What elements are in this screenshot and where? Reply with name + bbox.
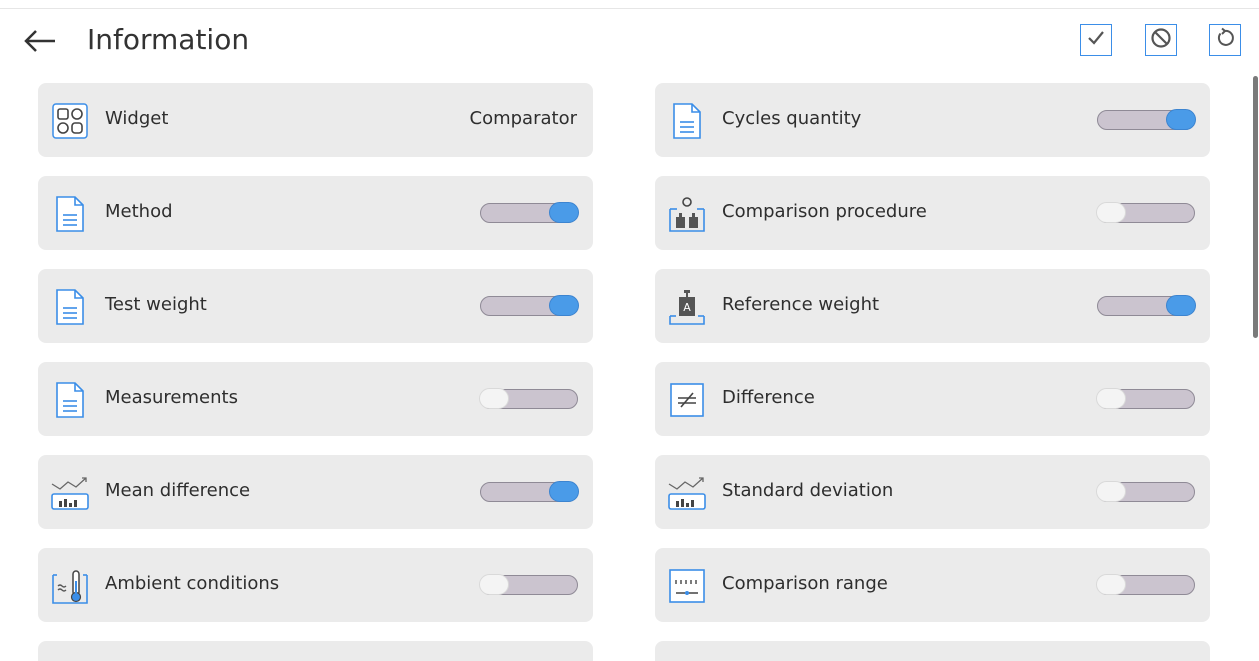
- next-row-partial[interactable]: [655, 641, 1210, 661]
- page-title: Information: [87, 23, 250, 56]
- item-label: Widget: [105, 108, 169, 129]
- chart-icon: [667, 473, 707, 513]
- ambient-conditions-row[interactable]: Ambient conditions: [38, 548, 593, 622]
- widget-row[interactable]: Widget Comparator: [38, 83, 593, 157]
- reference-weight-icon: A: [667, 287, 707, 327]
- comparison-procedure-toggle[interactable]: [1096, 202, 1195, 223]
- difference-icon: [667, 380, 707, 420]
- item-label: Standard deviation: [722, 480, 894, 501]
- method-toggle[interactable]: [480, 202, 579, 223]
- difference-row[interactable]: Difference: [655, 362, 1210, 436]
- scale-range-icon: [667, 566, 707, 606]
- scrollbar[interactable]: [1253, 76, 1258, 338]
- item-label: Comparison procedure: [722, 201, 927, 222]
- thermometer-icon: [50, 566, 90, 606]
- toggle-knob: [479, 574, 509, 595]
- cancel-icon: [1150, 27, 1172, 53]
- standard-deviation-row[interactable]: Standard deviation: [655, 455, 1210, 529]
- svg-text:A: A: [683, 301, 691, 314]
- document-icon: [50, 380, 90, 420]
- item-label: Cycles quantity: [722, 108, 862, 129]
- toggle-knob: [549, 202, 579, 223]
- back-arrow-icon[interactable]: [22, 27, 58, 55]
- document-icon: [50, 287, 90, 327]
- toggle-knob: [549, 481, 579, 502]
- toggle-knob: [479, 388, 509, 409]
- mean-difference-toggle[interactable]: [480, 481, 579, 502]
- comparison-procedure-row[interactable]: Comparison procedure: [655, 176, 1210, 250]
- weights-cycle-icon: [667, 194, 707, 234]
- comparison-range-row[interactable]: Comparison range: [655, 548, 1210, 622]
- top-divider: [0, 8, 1259, 9]
- toggle-knob: [549, 295, 579, 316]
- item-label: Comparison range: [722, 573, 888, 594]
- measurements-toggle[interactable]: [479, 388, 578, 409]
- reference-weight-toggle[interactable]: [1097, 295, 1196, 316]
- document-icon: [667, 101, 707, 141]
- cycles-quantity-row[interactable]: Cycles quantity: [655, 83, 1210, 157]
- toggle-knob: [1096, 574, 1126, 595]
- item-label: Method: [105, 201, 173, 222]
- comparison-range-toggle[interactable]: [1096, 574, 1195, 595]
- item-value: Comparator: [469, 108, 577, 129]
- test-weight-row[interactable]: Test weight: [38, 269, 593, 343]
- cycles-quantity-toggle[interactable]: [1097, 109, 1196, 130]
- reset-button[interactable]: [1209, 24, 1241, 56]
- widget-icon: [50, 101, 90, 141]
- toggle-knob: [1096, 202, 1126, 223]
- item-label: Reference weight: [722, 294, 880, 315]
- mean-difference-row[interactable]: Mean difference: [38, 455, 593, 529]
- toggle-knob: [1096, 388, 1126, 409]
- header: Information: [0, 14, 1259, 70]
- test-weight-toggle[interactable]: [480, 295, 579, 316]
- item-label: Ambient conditions: [105, 573, 280, 594]
- next-row-partial[interactable]: [38, 641, 593, 661]
- confirm-button[interactable]: [1080, 24, 1112, 56]
- toggle-knob: [1166, 109, 1196, 130]
- difference-toggle[interactable]: [1096, 388, 1195, 409]
- cancel-button[interactable]: [1145, 24, 1177, 56]
- document-icon: [50, 194, 90, 234]
- chart-icon: [50, 473, 90, 513]
- item-label: Test weight: [105, 294, 207, 315]
- method-row[interactable]: Method: [38, 176, 593, 250]
- item-label: Difference: [722, 387, 815, 408]
- item-label: Measurements: [105, 387, 238, 408]
- standard-deviation-toggle[interactable]: [1096, 481, 1195, 502]
- toggle-knob: [1166, 295, 1196, 316]
- reset-icon: [1214, 27, 1236, 53]
- checkmark-icon: [1086, 28, 1106, 52]
- item-label: Mean difference: [105, 480, 251, 501]
- ambient-conditions-toggle[interactable]: [479, 574, 578, 595]
- toggle-knob: [1096, 481, 1126, 502]
- reference-weight-row[interactable]: A Reference weight: [655, 269, 1210, 343]
- measurements-row[interactable]: Measurements: [38, 362, 593, 436]
